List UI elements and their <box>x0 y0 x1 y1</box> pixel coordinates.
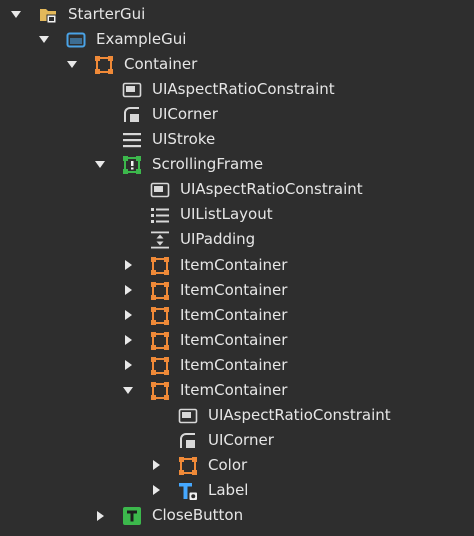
expand-arrow-down-icon[interactable] <box>92 152 108 177</box>
tree-row-label: UIAspectRatioConstraint <box>152 80 335 99</box>
tree-row[interactable]: UIListLayout <box>0 202 474 227</box>
frame-icon <box>150 356 170 376</box>
padding-icon <box>150 230 170 250</box>
frame-icon <box>150 256 170 276</box>
tree-row-label: Label <box>208 480 249 499</box>
tree-row-label: ItemContainer <box>180 380 288 399</box>
tree-row[interactable]: ScrollingFrame <box>0 152 474 177</box>
expand-arrow-right-icon[interactable] <box>120 303 136 328</box>
explorer-tree: StarterGui ExampleGui Container UIAspectRat… <box>0 0 474 536</box>
aspect-ratio-icon <box>122 80 142 100</box>
screengui-icon <box>66 30 86 50</box>
tree-row-label: UIListLayout <box>180 205 273 224</box>
tree-row[interactable]: UIAspectRatioConstraint <box>0 77 474 102</box>
tree-row[interactable]: ExampleGui <box>0 27 474 52</box>
tree-row[interactable]: Container <box>0 52 474 77</box>
tree-row[interactable]: ItemContainer <box>0 353 474 378</box>
tree-row[interactable]: CloseButton <box>0 503 474 528</box>
tree-row-label: ItemContainer <box>180 280 288 299</box>
tree-row[interactable]: ItemContainer <box>0 328 474 353</box>
expand-arrow-down-icon[interactable] <box>36 27 52 52</box>
stroke-icon <box>122 130 142 150</box>
tree-row-label: StarterGui <box>68 5 146 23</box>
textlabel-icon <box>178 481 198 501</box>
frame-icon <box>178 456 198 476</box>
tree-row[interactable]: ItemContainer <box>0 278 474 303</box>
expand-arrow-right-icon[interactable] <box>120 328 136 353</box>
corner-icon <box>122 105 142 125</box>
scrollingframe-icon <box>122 155 142 175</box>
tree-row-label: ItemContainer <box>180 355 288 374</box>
tree-row-label: ItemContainer <box>180 305 288 324</box>
expand-arrow-down-icon[interactable] <box>120 378 136 403</box>
aspect-ratio-icon <box>178 406 198 426</box>
tree-row[interactable]: UIAspectRatioConstraint <box>0 403 474 428</box>
tree-row[interactable]: StarterGui <box>0 2 474 27</box>
tree-row-label: Color <box>208 455 248 474</box>
tree-row[interactable]: Label <box>0 478 474 503</box>
tree-row-label: ItemContainer <box>180 330 288 349</box>
tree-row-label: CloseButton <box>152 506 244 524</box>
tree-row-label: ItemContainer <box>180 255 288 274</box>
expand-arrow-right-icon[interactable] <box>148 453 164 478</box>
tree-row[interactable]: UIAspectRatioConstraint <box>0 177 474 202</box>
expand-arrow-right-icon[interactable] <box>120 353 136 378</box>
tree-row[interactable]: ItemContainer <box>0 303 474 328</box>
expand-arrow-right-icon[interactable] <box>148 478 164 503</box>
tree-row[interactable]: UICorner <box>0 428 474 453</box>
textbutton-icon <box>122 506 142 526</box>
tree-row-label: UIPadding <box>180 230 256 249</box>
expand-arrow-down-icon[interactable] <box>64 52 80 77</box>
expand-arrow-right-icon[interactable] <box>92 503 108 528</box>
tree-row[interactable]: Color <box>0 453 474 478</box>
tree-row[interactable]: ItemContainer <box>0 253 474 278</box>
tree-row-label: UICorner <box>208 430 274 449</box>
tree-row[interactable]: UICorner <box>0 102 474 127</box>
tree-row[interactable]: UIStroke <box>0 127 474 152</box>
frame-icon <box>150 281 170 301</box>
tree-row-label: ExampleGui <box>96 30 187 49</box>
tree-row-label: ScrollingFrame <box>152 155 264 174</box>
corner-icon <box>178 431 198 451</box>
frame-icon <box>150 331 170 351</box>
startergui-folder-icon <box>38 5 58 25</box>
list-layout-icon <box>150 205 170 225</box>
tree-row-label: UIStroke <box>152 130 216 149</box>
tree-row-label: UICorner <box>152 105 218 124</box>
aspect-ratio-icon <box>150 180 170 200</box>
tree-row-label: UIAspectRatioConstraint <box>208 405 391 424</box>
tree-row[interactable]: ItemContainer <box>0 378 474 403</box>
tree-row-label: UIAspectRatioConstraint <box>180 180 363 199</box>
tree-row-label: Container <box>124 55 198 74</box>
tree-row[interactable]: UIPadding <box>0 227 474 252</box>
expand-arrow-right-icon[interactable] <box>120 278 136 303</box>
frame-icon <box>150 306 170 326</box>
expand-arrow-down-icon[interactable] <box>8 2 24 27</box>
expand-arrow-right-icon[interactable] <box>120 253 136 278</box>
frame-icon <box>94 55 114 75</box>
frame-icon <box>150 381 170 401</box>
